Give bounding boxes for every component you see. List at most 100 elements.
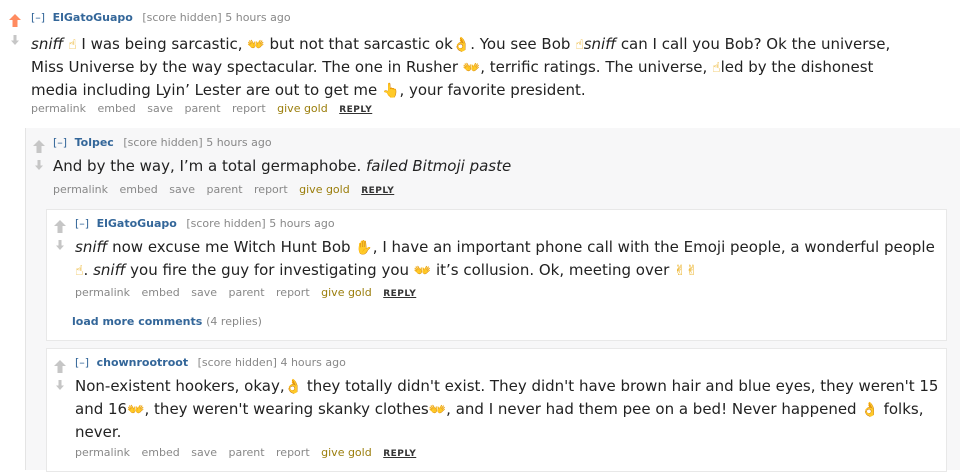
downvote-arrow-icon[interactable] <box>56 235 64 250</box>
timestamp: 4 hours ago <box>280 356 346 369</box>
text-span: And by the way, I’m a total germaphobe. <box>53 157 367 175</box>
parent-link[interactable]: parent <box>228 446 264 459</box>
italic-text: failed Bitmoji paste <box>366 157 512 175</box>
report-link[interactable]: report <box>276 446 310 459</box>
load-more-link[interactable]: load more comments <box>72 315 202 328</box>
permalink-link[interactable]: permalink <box>31 102 86 115</box>
ok-hand-icon: 👌 <box>861 402 879 418</box>
save-link[interactable]: save <box>191 286 217 299</box>
pointing-up-icon: ☝ <box>68 37 77 53</box>
author-link[interactable]: ElGatoGuapo <box>53 11 133 24</box>
comment-3: [–] ElGatoGuapo [score hidden] 5 hours a… <box>46 209 945 339</box>
ok-hand-icon: 👌 <box>452 37 471 53</box>
embed-link[interactable]: embed <box>120 183 158 196</box>
pointing-up-icon: 👆 <box>382 83 400 99</box>
author-link[interactable]: Tolpec <box>75 136 114 149</box>
text-span: , your favorite president. <box>399 81 586 99</box>
comment-line: sniff ☝ I was being sarcastic, 👐 but not… <box>31 33 931 56</box>
reply-button[interactable]: REPLY <box>361 186 394 196</box>
reply-button[interactable]: REPLY <box>339 105 372 115</box>
comment-line: and 16 👐, they weren't wearing skanky clo… <box>75 398 940 421</box>
downvote-arrow-icon[interactable] <box>56 375 64 390</box>
text-span: , they weren't wearing skanky clothes <box>144 400 429 418</box>
embed-link[interactable]: embed <box>98 102 136 115</box>
give-gold-link[interactable]: give gold <box>321 446 372 459</box>
upvote-arrow-icon[interactable] <box>54 218 66 233</box>
comment-line: sniff now excuse me Witch Hunt Bob ✋, I … <box>75 236 940 259</box>
comment-body: sniff ☝ I was being sarcastic, 👐 but not… <box>31 33 931 102</box>
collapse-toggle[interactable]: [–] <box>31 11 45 24</box>
upvote-arrow-icon[interactable] <box>33 138 45 153</box>
comment-line: Miss Universe by the way spectacular. Th… <box>31 56 931 79</box>
text-span: and 16 <box>75 400 128 418</box>
parent-link[interactable]: parent <box>184 102 220 115</box>
reply-button[interactable]: REPLY <box>383 449 416 459</box>
comment-body: And by the way, I’m a total germaphobe. … <box>53 155 933 177</box>
save-link[interactable]: save <box>191 446 217 459</box>
timestamp: 5 hours ago <box>269 217 335 230</box>
italic-text: sniff <box>93 261 126 279</box>
text-span: folks, <box>878 400 924 418</box>
text-span: Non-existent hookers, okay, <box>75 377 285 395</box>
comment-buttons: permalink embed save parent report give … <box>75 286 424 299</box>
give-gold-link[interactable]: give gold <box>299 183 350 196</box>
collapse-toggle[interactable]: [–] <box>53 136 67 149</box>
text-span: can I call you Bob? Ok the universe, <box>616 35 891 53</box>
text-span: . <box>83 261 94 279</box>
comment-tagline: [–] Tolpec [score hidden] 5 hours ago <box>53 136 272 149</box>
open-hands-icon: 👐 <box>462 60 481 76</box>
score-text: [score hidden] <box>186 217 266 230</box>
text-span: , terrific ratings. The universe, <box>480 58 713 76</box>
text-span: they totally didn't exist. They didn't h… <box>302 377 939 395</box>
collapse-toggle[interactable]: [–] <box>75 356 89 369</box>
collapse-toggle[interactable]: [–] <box>75 217 89 230</box>
report-link[interactable]: report <box>232 102 266 115</box>
victory-hand-icon: ✌ <box>674 263 686 279</box>
pointing-up-icon: ☝ <box>575 37 584 53</box>
comment-body: Non-existent hookers, okay,👌 they totall… <box>75 375 940 443</box>
ok-hand-icon: 👌 <box>284 379 303 395</box>
report-link[interactable]: report <box>276 286 310 299</box>
comment-1: [–] ElGatoGuapo [score hidden] 5 hours a… <box>0 0 960 128</box>
save-link[interactable]: save <box>169 183 195 196</box>
downvote-arrow-icon[interactable] <box>35 155 43 170</box>
text-span: but not that sarcastic ok <box>264 35 453 53</box>
italic-text: sniff <box>75 238 108 256</box>
pointing-up-icon: ☝ <box>75 263 84 279</box>
load-more-comments[interactable]: load more comments (4 replies) <box>72 315 262 328</box>
text-span: it’s collusion. Ok, meeting over <box>431 261 675 279</box>
pointing-up-icon: ☝ <box>712 60 721 76</box>
author-link[interactable]: chownrootroot <box>97 356 189 369</box>
raised-hand-icon: ✋ <box>355 240 373 256</box>
comment-line: Non-existent hookers, okay,👌 they totall… <box>75 375 940 398</box>
downvote-arrow-icon[interactable] <box>11 30 19 45</box>
comment-body: sniff now excuse me Witch Hunt Bob ✋, I … <box>75 236 940 282</box>
permalink-link[interactable]: permalink <box>53 183 108 196</box>
comment-4: [–] chownrootroot [score hidden] 4 hours… <box>46 348 945 470</box>
upvote-arrow-icon[interactable] <box>9 12 21 27</box>
open-hands-icon: 👐 <box>247 37 265 53</box>
reply-button[interactable]: REPLY <box>383 289 416 299</box>
open-hands-icon: 👐 <box>428 402 447 418</box>
give-gold-link[interactable]: give gold <box>277 102 328 115</box>
text-span: you fire the guy for investigating you <box>125 261 414 279</box>
upvote-arrow-icon[interactable] <box>54 358 66 373</box>
embed-link[interactable]: embed <box>142 286 180 299</box>
report-link[interactable]: report <box>254 183 288 196</box>
parent-link[interactable]: parent <box>206 183 242 196</box>
comment-line: never. <box>75 421 940 443</box>
text-span: led by the dishonest <box>720 58 874 76</box>
author-link[interactable]: ElGatoGuapo <box>97 217 177 230</box>
parent-link[interactable]: parent <box>228 286 264 299</box>
permalink-link[interactable]: permalink <box>75 446 130 459</box>
text-span: I was being sarcastic, <box>76 35 248 53</box>
comment-line: ☝. sniff you fire the guy for investigat… <box>75 259 940 282</box>
give-gold-link[interactable]: give gold <box>321 286 372 299</box>
permalink-link[interactable]: permalink <box>75 286 130 299</box>
save-link[interactable]: save <box>147 102 173 115</box>
embed-link[interactable]: embed <box>142 446 180 459</box>
comment-tagline: [–] chownrootroot [score hidden] 4 hours… <box>75 356 346 369</box>
text-span: media including Lyin’ Lester are out to … <box>31 81 383 99</box>
reply-count: (4 replies) <box>206 315 262 328</box>
comment-2: [–] Tolpec [score hidden] 5 hours ago An… <box>25 128 960 208</box>
